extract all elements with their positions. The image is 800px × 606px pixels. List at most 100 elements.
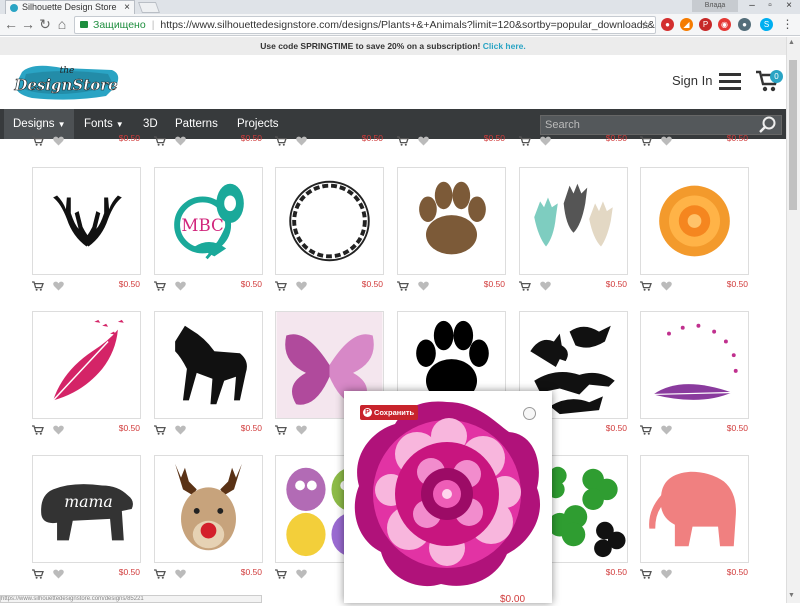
favorite-heart-icon[interactable] (175, 280, 186, 291)
product-card-elephant[interactable] (640, 455, 749, 563)
add-to-cart-icon[interactable] (397, 280, 409, 291)
monogram-text: MBC (181, 216, 223, 235)
favorite-heart-icon[interactable] (661, 424, 672, 435)
favorite-heart-icon[interactable] (175, 568, 186, 579)
window-close-icon[interactable]: × (781, 0, 797, 12)
product-card-peacock-monogram[interactable]: MBC (154, 167, 263, 275)
skype-extension-icon[interactable]: S (760, 18, 773, 31)
favorite-heart-icon[interactable] (418, 135, 429, 146)
promo-link[interactable]: Click here. (483, 41, 526, 51)
scroll-down-icon[interactable]: ▼ (788, 592, 795, 599)
new-tab-button[interactable] (137, 2, 161, 13)
pinterest-extension-icon[interactable]: P (699, 18, 712, 31)
add-to-cart-icon[interactable] (519, 135, 531, 146)
logo-small-text: the (60, 66, 75, 76)
product-price: $0.50 (361, 133, 383, 143)
product-price: $0.50 (605, 133, 627, 143)
add-to-cart-icon[interactable] (32, 424, 44, 435)
favorite-heart-icon[interactable] (661, 280, 672, 291)
favorite-heart-icon[interactable] (53, 135, 64, 146)
product-price: $0.50 (483, 279, 505, 289)
add-to-cart-icon[interactable] (154, 424, 166, 435)
address-bar[interactable]: Защищено | https://www.silhouettedesignsto… (74, 16, 656, 34)
add-to-cart-icon[interactable] (275, 424, 287, 435)
design-store-logo[interactable]: the DesignStore (12, 62, 124, 102)
product-card-leaf-wreath[interactable] (275, 167, 384, 275)
product-card-horse[interactable] (154, 311, 263, 419)
add-to-cart-icon[interactable] (640, 135, 652, 146)
add-to-cart-icon[interactable] (275, 568, 287, 579)
browser-tab[interactable]: Silhouette Design Store × (5, 0, 135, 14)
add-to-cart-icon[interactable] (640, 424, 652, 435)
popup-price: $0.00 (500, 594, 526, 605)
favorite-heart-icon[interactable] (175, 424, 186, 435)
rss-extension-icon[interactable]: ◢ (680, 18, 693, 31)
image-hover-popup[interactable] (344, 391, 552, 603)
user-profile-badge[interactable]: Влада (692, 0, 738, 12)
back-icon[interactable]: ← (3, 16, 19, 33)
search-input[interactable]: Search (540, 115, 782, 135)
expand-icon[interactable] (523, 407, 536, 420)
cart-count-badge: 0 (770, 70, 783, 83)
add-to-cart-icon[interactable] (275, 280, 287, 291)
forward-icon[interactable]: → (20, 16, 36, 33)
maximize-icon[interactable]: ▫ (762, 0, 778, 12)
scrollbar-thumb[interactable] (789, 60, 797, 210)
favorite-heart-icon[interactable] (53, 568, 64, 579)
mama-text: mama (64, 492, 112, 511)
save-label: Сохранить (374, 408, 415, 417)
add-to-cart-icon[interactable] (32, 568, 44, 579)
close-tab-icon[interactable]: × (124, 1, 130, 14)
product-card-reindeer[interactable] (154, 455, 263, 563)
product-price: $0.50 (726, 279, 748, 289)
add-to-cart-icon[interactable] (640, 568, 652, 579)
product-card-paw-print-brown[interactable] (397, 167, 506, 275)
add-to-cart-icon[interactable] (519, 280, 531, 291)
favorite-heart-icon[interactable] (175, 135, 186, 146)
search-icon[interactable] (757, 115, 779, 135)
favorite-heart-icon[interactable] (418, 280, 429, 291)
address-separator: | (151, 19, 155, 31)
favorite-heart-icon[interactable] (296, 568, 307, 579)
product-card-deer-heads[interactable] (519, 167, 628, 275)
favorite-heart-icon[interactable] (540, 280, 551, 291)
favorite-heart-icon[interactable] (53, 424, 64, 435)
product-price: $0.50 (118, 423, 140, 433)
lock-icon (80, 21, 88, 28)
product-card-paper-rose[interactable] (640, 167, 749, 275)
product-card-mama-bear[interactable]: mama (32, 455, 141, 563)
favorite-heart-icon[interactable] (296, 280, 307, 291)
minimize-icon[interactable]: – (744, 0, 760, 12)
add-to-cart-icon[interactable] (397, 135, 409, 146)
home-icon[interactable]: ⌂ (54, 16, 70, 33)
scroll-up-icon[interactable]: ▲ (788, 39, 795, 46)
favorite-heart-icon[interactable] (296, 135, 307, 146)
reload-icon[interactable]: ↻ (37, 16, 53, 33)
add-to-cart-icon[interactable] (154, 135, 166, 146)
product-card-feather-bird-circle[interactable] (640, 311, 749, 419)
favorite-heart-icon[interactable] (661, 568, 672, 579)
add-to-cart-icon[interactable] (275, 135, 287, 146)
extension-icon[interactable]: ◉ (718, 18, 731, 31)
adblock-extension-icon[interactable]: ● (661, 18, 674, 31)
extension-icon-2[interactable]: ● (738, 18, 751, 31)
add-to-cart-icon[interactable] (154, 280, 166, 291)
deer-heads-image (534, 183, 613, 247)
favorite-heart-icon[interactable] (296, 424, 307, 435)
product-price: $0.50 (240, 423, 262, 433)
hamburger-menu-icon[interactable] (719, 73, 741, 91)
product-card-feather-birds[interactable] (32, 311, 141, 419)
favorite-heart-icon[interactable] (53, 280, 64, 291)
add-to-cart-icon[interactable] (154, 568, 166, 579)
favorite-heart-icon[interactable] (540, 135, 551, 146)
menu-icon[interactable]: ⋮ (781, 18, 794, 31)
favorite-heart-icon[interactable] (661, 135, 672, 146)
add-to-cart-icon[interactable] (32, 135, 44, 146)
add-to-cart-icon[interactable] (32, 280, 44, 291)
leaf-wreath-image (289, 180, 370, 262)
add-to-cart-icon[interactable] (640, 280, 652, 291)
bookmark-star-icon[interactable]: ☆ (640, 17, 651, 33)
product-card-antlers[interactable] (32, 167, 141, 275)
pinterest-save-button[interactable]: P Сохранить (360, 405, 419, 420)
sign-in-link[interactable]: Sign In (672, 73, 712, 88)
